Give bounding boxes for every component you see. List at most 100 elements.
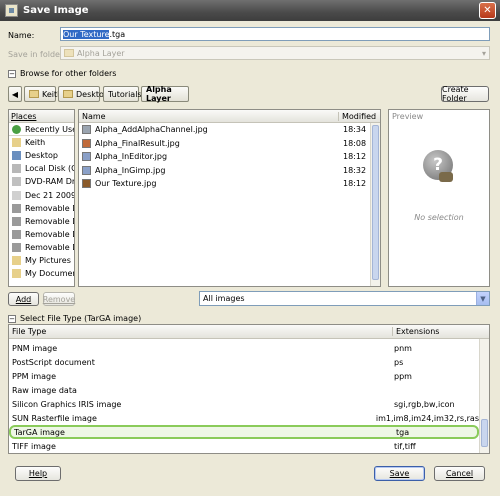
file-row[interactable]: Alpha_InGimp.jpg 18:32 <box>79 164 380 178</box>
path-label: Alpha Layer <box>146 85 172 103</box>
file-type-extensions: tif,tiff <box>394 441 416 451</box>
place-item[interactable]: My Pictures <box>9 254 74 267</box>
place-item[interactable]: Removable Di... <box>9 202 74 215</box>
place-item[interactable]: Local Disk (C:) <box>9 162 74 175</box>
add-button[interactable]: Add <box>8 292 39 306</box>
file-type-column-header[interactable]: File Type <box>9 327 393 336</box>
remove-button-label: Remove <box>42 294 76 304</box>
file-row[interactable]: Alpha_FinalResult.jpg 18:08 <box>79 137 380 151</box>
file-modified: 18:34 <box>343 125 367 135</box>
create-folder-button[interactable]: Create Folder <box>441 85 489 103</box>
file-row[interactable]: Alpha_InEditor.jpg 18:12 <box>79 150 380 164</box>
place-label: Removable Di... <box>25 216 74 226</box>
file-modified: 18:12 <box>343 152 367 162</box>
path-button-tutorials[interactable]: Tutorials <box>103 86 142 102</box>
home-icon <box>12 138 21 148</box>
place-item[interactable]: DVD-RAM Driv... <box>9 175 74 188</box>
place-item[interactable]: Keith <box>9 136 74 149</box>
file-modified: 18:32 <box>343 165 367 175</box>
path-button-alpha-layer[interactable]: Alpha Layer <box>141 85 189 103</box>
file-type-row[interactable]: PNM image pnm <box>9 342 479 356</box>
file-list-header: Name Modified <box>79 110 380 123</box>
browse-expander[interactable]: − Browse for other folders <box>8 69 116 78</box>
help-button[interactable]: Help <box>15 466 61 481</box>
file-type-name: SUN Rasterfile image <box>12 413 97 423</box>
path-button-desktop[interactable]: Desktop <box>58 86 109 102</box>
file-type-row[interactable]: SUN Rasterfile image im1,im8,im24,im32,rs… <box>9 411 479 425</box>
folder-icon <box>12 255 21 265</box>
scrollbar-thumb[interactable] <box>481 419 488 447</box>
file-row[interactable]: Alpha_AddAlphaChannel.jpg 18:34 <box>79 123 380 137</box>
name-input[interactable]: Our Texture .tga <box>60 27 490 41</box>
cancel-button[interactable]: Cancel <box>434 466 485 481</box>
file-name: Alpha_InEditor.jpg <box>95 152 168 162</box>
collapse-icon: − <box>8 314 16 323</box>
file-type-scrollbar[interactable] <box>479 339 489 453</box>
folder-icon <box>29 90 39 98</box>
place-label: My Documents <box>25 269 74 279</box>
gimp-mascot-icon <box>439 172 453 182</box>
file-type-extensions: ps <box>394 358 404 368</box>
name-label: Name: <box>8 31 35 40</box>
save-button[interactable]: Save <box>374 466 425 481</box>
place-item[interactable]: Removable Di... <box>9 228 74 241</box>
name-column-header[interactable]: Name <box>79 111 339 121</box>
file-row[interactable]: Our Texture.jpg 18:12 <box>79 177 380 191</box>
disc-icon <box>12 190 21 200</box>
removable-drive-icon <box>12 242 21 252</box>
chevron-down-icon: ▼ <box>476 292 489 305</box>
file-list-panel: Name Modified Alpha_AddAlphaChannel.jpg 1… <box>78 109 381 287</box>
places-panel: Places Recently Used Keith Desktop Local Di… <box>8 109 75 287</box>
file-type-name: Raw image data <box>12 386 77 396</box>
save-button-label: Save <box>389 469 410 478</box>
file-filter-select[interactable]: All images ▼ <box>199 291 490 306</box>
file-type-extensions: pnm <box>394 344 412 354</box>
path-button-keith[interactable]: Keith <box>24 86 62 102</box>
close-icon[interactable]: ✕ <box>479 2 496 19</box>
scrollbar-thumb[interactable] <box>372 125 379 280</box>
place-item[interactable]: Desktop <box>9 149 74 162</box>
name-selected-text: Our Texture <box>63 29 110 39</box>
place-label: Removable Di... <box>25 242 74 252</box>
place-item[interactable]: Dec 21 2009 (... <box>9 188 74 201</box>
places-header[interactable]: Places <box>9 110 74 123</box>
file-type-extensions: im1,im8,im24,im32,rs,ras <box>375 413 479 423</box>
place-item[interactable]: Recently Used <box>9 123 74 137</box>
place-label: Dec 21 2009 (... <box>25 190 74 200</box>
modified-column-header[interactable]: Modified <box>339 112 376 121</box>
remove-button[interactable]: Remove <box>43 292 75 306</box>
extensions-column-header[interactable]: Extensions <box>393 327 439 336</box>
place-label: My Pictures <box>25 255 71 265</box>
removable-drive-icon <box>12 229 21 239</box>
preview-panel: Preview ? No selection <box>388 109 490 287</box>
path-back-button[interactable]: ◀ <box>8 86 22 102</box>
place-item[interactable]: My Documents <box>9 267 74 280</box>
image-file-icon <box>82 165 91 175</box>
file-type-label: Select File Type (TarGA image) <box>20 314 142 323</box>
place-item[interactable]: Removable Di... <box>9 241 74 254</box>
window-title: Save Image <box>23 5 89 16</box>
file-name: Alpha_FinalResult.jpg <box>95 138 180 148</box>
file-type-extensions: tga <box>396 427 410 437</box>
cancel-button-label: Cancel <box>445 469 474 478</box>
file-type-row[interactable]: PostScript document ps <box>9 356 479 370</box>
file-type-name: PPM image <box>12 372 57 382</box>
file-type-row[interactable]: Raw image data <box>9 384 479 398</box>
file-filter-value: All images <box>203 294 245 303</box>
image-file-icon <box>82 179 91 189</box>
folder-icon <box>64 49 74 57</box>
file-type-expander[interactable]: − Select File Type (TarGA image) <box>8 314 141 323</box>
name-extension-text: .tga <box>109 29 126 39</box>
file-type-row[interactable]: TarGA image tga <box>9 425 479 440</box>
preview-header-label: Preview <box>392 112 424 121</box>
file-modified: 18:08 <box>343 138 367 148</box>
save-in-folder-select[interactable]: Alpha Layer ▾ <box>60 46 490 60</box>
place-label: Desktop <box>25 151 58 161</box>
file-list-scrollbar[interactable] <box>370 123 380 286</box>
file-type-row[interactable]: TIFF image tif,tiff <box>9 439 479 453</box>
place-item[interactable]: Removable Di... <box>9 215 74 228</box>
save-in-folder-value: Alpha Layer <box>77 48 125 58</box>
file-type-row[interactable]: PPM image ppm <box>9 370 479 384</box>
places-header-label: Places <box>11 111 37 121</box>
file-type-row[interactable]: Silicon Graphics IRIS image sgi,rgb,bw,ic… <box>9 398 479 412</box>
